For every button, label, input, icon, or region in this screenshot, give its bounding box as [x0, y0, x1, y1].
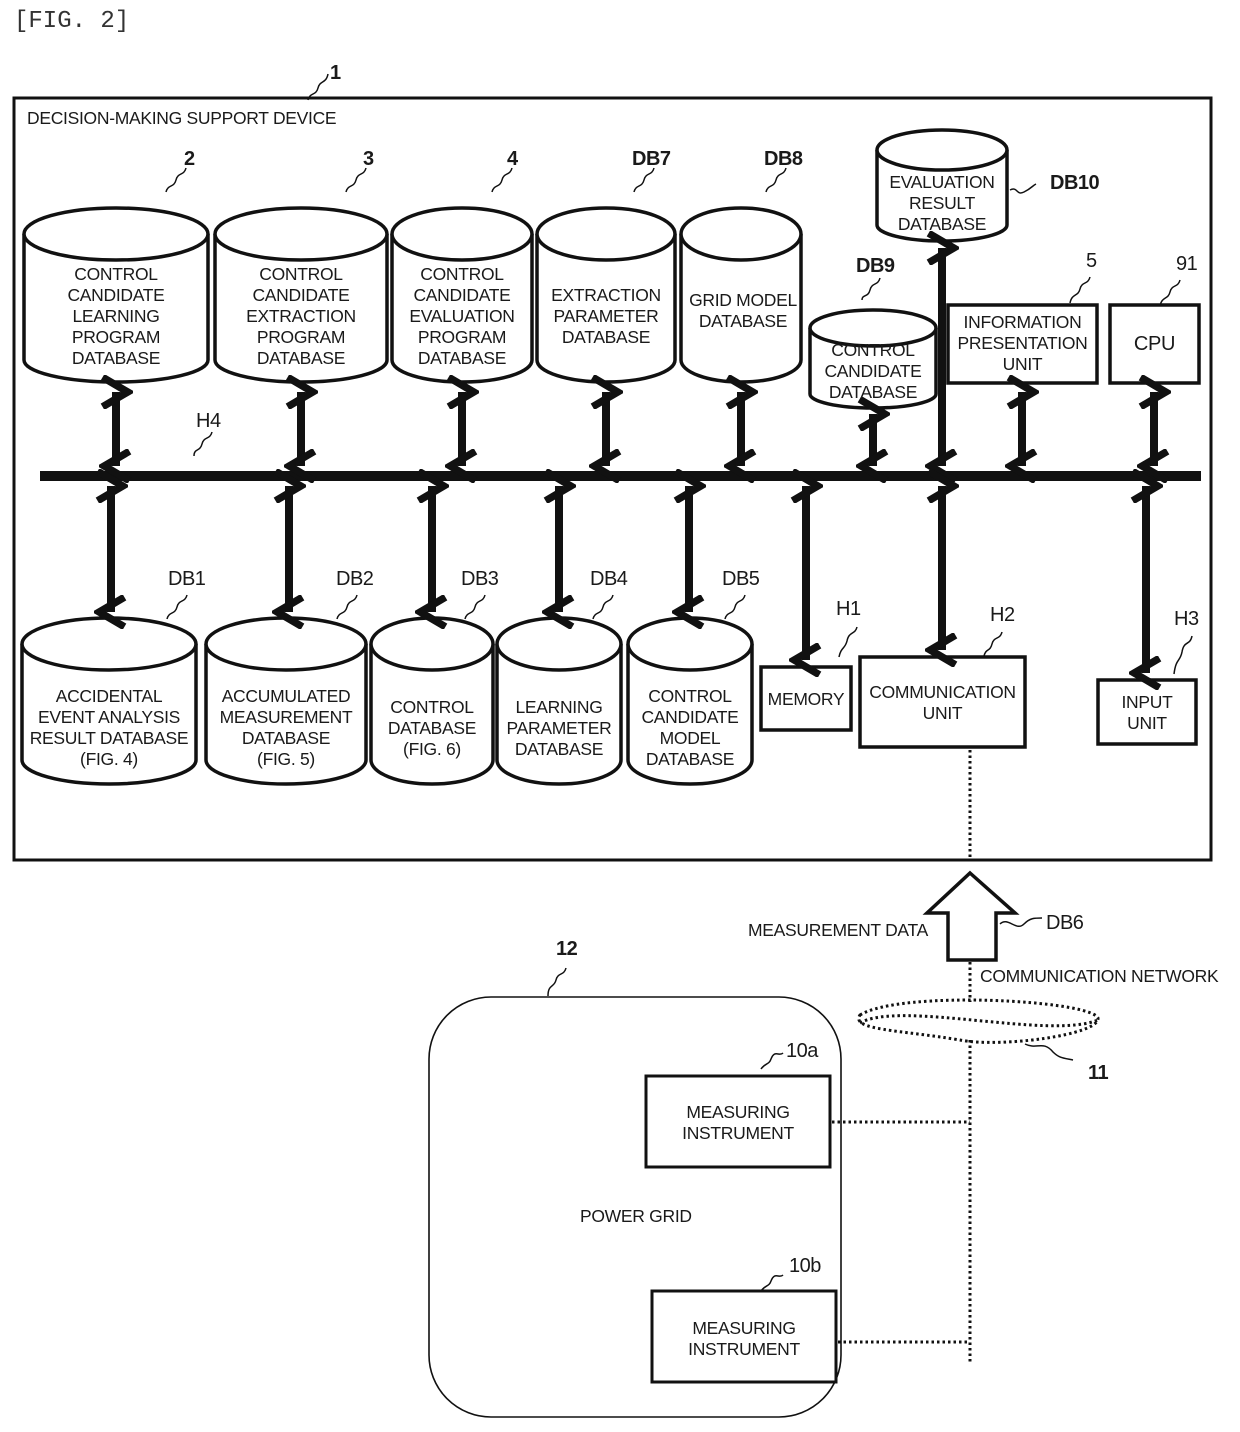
db-label-db2: ACCUMULATED MEASUREMENT DATABASE (FIG. 5…: [219, 686, 353, 769]
db-ref-3: 3: [363, 148, 374, 170]
unit-ref-5: 5: [1086, 250, 1097, 272]
db-label-db9: CONTROL CANDIDATE DATABASE: [824, 340, 922, 402]
unit-label-input: INPUT UNIT: [1121, 692, 1173, 733]
instrument-ref-10b: 10b: [789, 1255, 821, 1277]
device-title: DECISION-MAKING SUPPORT DEVICE: [27, 108, 337, 128]
power-grid-label: POWER GRID: [580, 1206, 692, 1226]
instrument-label-10a: MEASURING INSTRUMENT: [682, 1102, 794, 1143]
unit-label-communication: COMMUNICATION UNIT: [869, 682, 1016, 723]
db-ref-db3: DB3: [461, 568, 499, 590]
unit-ref-h2: H2: [990, 604, 1015, 626]
unit-label-memory: MEMORY: [767, 689, 845, 709]
measurement-data-ref: DB6: [1046, 912, 1084, 934]
db-label-2: CONTROL CANDIDATE LEARNING PROGRAM DATAB…: [67, 264, 165, 368]
instrument-ref-10a: 10a: [786, 1040, 818, 1062]
db-label-db7: EXTRACTION PARAMETER DATABASE: [551, 285, 661, 347]
bus-ref: H4: [196, 410, 221, 432]
unit-ref-h3: H3: [1174, 608, 1199, 630]
db-label-db4: LEARNING PARAMETER DATABASE: [506, 697, 612, 759]
db-label-db10: EVALUATION RESULT DATABASE: [889, 172, 995, 234]
unit-label-cpu: CPU: [1133, 333, 1176, 355]
unit-ref-h1: H1: [836, 598, 861, 620]
communication-network-ref: 11: [1088, 1062, 1109, 1084]
db-label-db5: CONTROL CANDIDATE MODEL DATABASE: [641, 686, 739, 769]
unit-label-information-presentation: INFORMATION PRESENTATION UNIT: [957, 312, 1088, 374]
db-ref-db1: DB1: [168, 568, 206, 590]
db-ref-db9: DB9: [856, 255, 895, 277]
instrument-label-10b: MEASURING INSTRUMENT: [688, 1318, 800, 1359]
measurement-data-arrow: [922, 870, 1020, 962]
device-ref: 1: [330, 62, 341, 84]
db-label-3: CONTROL CANDIDATE EXTRACTION PROGRAM DAT…: [246, 264, 356, 368]
db-label-db1: ACCIDENTAL EVENT ANALYSIS RESULT DATABAS…: [29, 686, 189, 769]
measurement-data-label: MEASUREMENT DATA: [748, 920, 928, 940]
db-ref-db2: DB2: [336, 568, 374, 590]
db-ref-db10: DB10: [1050, 172, 1100, 194]
db-ref-db4: DB4: [590, 568, 628, 590]
figure-label: [FIG. 2]: [14, 8, 130, 35]
db-label-db3: CONTROL DATABASE (FIG. 6): [387, 697, 477, 759]
communication-network-label: COMMUNICATION NETWORK: [980, 966, 1219, 986]
power-grid-ref: 12: [556, 938, 578, 960]
db-label-db8: GRID MODEL DATABASE: [689, 290, 797, 331]
unit-ref-91: 91: [1176, 253, 1198, 275]
db-label-4: CONTROL CANDIDATE EVALUATION PROGRAM DAT…: [409, 264, 515, 368]
db-ref-db7: DB7: [632, 148, 671, 170]
db-ref-4: 4: [507, 148, 518, 170]
network-ellipse-11: [857, 998, 1100, 1044]
db-ref-db8: DB8: [764, 148, 803, 170]
db-ref-2: 2: [184, 148, 195, 170]
db-ref-db5: DB5: [722, 568, 760, 590]
